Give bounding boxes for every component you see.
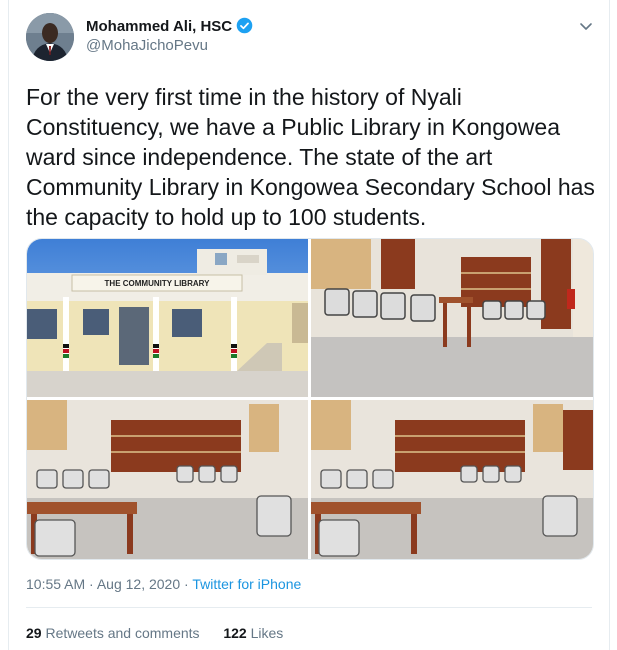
meta-separator: · bbox=[85, 576, 97, 592]
tweet-date[interactable]: Aug 12, 2020 bbox=[97, 576, 180, 592]
meta-separator: · bbox=[180, 576, 193, 592]
verified-badge-icon bbox=[236, 17, 253, 38]
chevron-down-icon[interactable] bbox=[578, 18, 594, 34]
library-hall-photo-2[interactable] bbox=[311, 400, 593, 559]
tweet-meta: 10:55 AM · Aug 12, 2020 · Twitter for iP… bbox=[26, 576, 301, 592]
avatar[interactable] bbox=[26, 13, 74, 61]
retweets-count: 29 bbox=[26, 625, 42, 641]
tweet-time[interactable]: 10:55 AM bbox=[26, 576, 85, 592]
retweets-label: Retweets and comments bbox=[45, 625, 200, 641]
retweets-stat[interactable]: 29 Retweets and comments bbox=[26, 625, 200, 641]
author-name-row[interactable]: Mohammed Ali, HSC bbox=[86, 17, 253, 38]
author-handle[interactable]: @MohaJichoPevu bbox=[86, 37, 208, 54]
likes-label: Likes bbox=[250, 625, 284, 641]
author-name[interactable]: Mohammed Ali, HSC bbox=[86, 18, 232, 35]
likes-count: 122 bbox=[223, 625, 247, 641]
tweet-source-link[interactable]: Twitter for iPhone bbox=[192, 576, 301, 592]
library-chairs-photo[interactable] bbox=[311, 239, 593, 397]
tweet-text: For the very first time in the history o… bbox=[26, 84, 595, 230]
library-hall-photo-1[interactable] bbox=[27, 400, 308, 559]
likes-stat[interactable]: 122 Likes bbox=[223, 625, 283, 641]
library-exterior-photo[interactable]: THE COMMUNITY LIBRARY bbox=[27, 239, 308, 397]
tweet-stats: 29 Retweets and comments 122 Likes bbox=[26, 625, 283, 641]
divider bbox=[26, 607, 592, 608]
library-sign-text: THE COMMUNITY LIBRARY bbox=[105, 279, 211, 288]
media-grid: THE COMMUNITY LIBRARY bbox=[26, 238, 594, 560]
